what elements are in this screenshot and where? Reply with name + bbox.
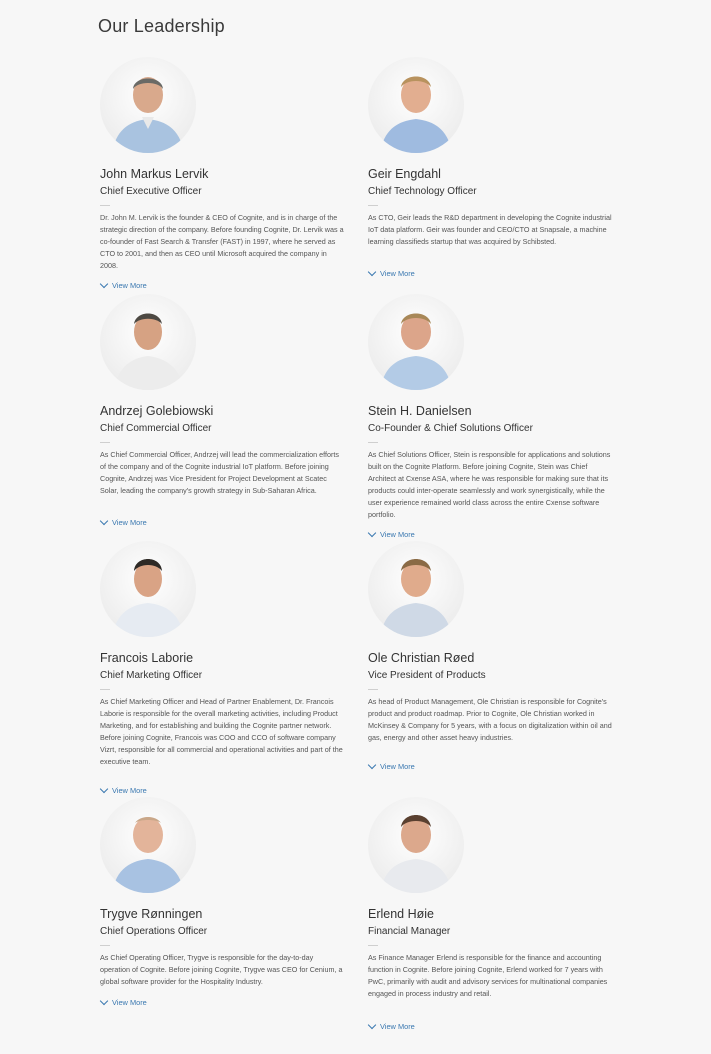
leader-card: Geir Engdahl Chief Technology Officer As… [368,57,613,248]
leader-photo [100,541,196,637]
chevron-down-icon [367,528,377,538]
chevron-down-icon [99,279,109,289]
leader-photo [100,57,196,153]
leader-name: Stein H. Danielsen [368,404,472,418]
view-more-label: View More [380,530,415,539]
view-more-label: View More [380,1022,415,1031]
leader-role: Co-Founder & Chief Solutions Officer [368,423,533,434]
chevron-down-icon [99,516,109,526]
divider [368,945,378,946]
leader-name: Erlend Høie [368,907,434,921]
divider [100,205,110,206]
leader-bio: As Chief Operating Officer, Trygve is re… [100,953,343,986]
divider [100,689,110,690]
view-more-label: View More [112,998,147,1007]
leader-bio: As Chief Solutions Officer, Stein is res… [368,450,611,519]
leader-role: Chief Executive Officer [100,186,202,197]
view-more-link[interactable]: View More [367,267,415,278]
leader-card: Stein H. Danielsen Co-Founder & Chief So… [368,294,613,521]
leader-name: Francois Laborie [100,651,194,665]
view-more-link[interactable]: View More [367,528,415,539]
leader-name: John Markus Lervik [100,167,209,181]
leader-name: Ole Christian Røed [368,651,475,665]
leader-card: Francois Laborie Chief Marketing Officer… [100,541,345,768]
chevron-down-icon [99,996,109,1006]
view-more-link[interactable]: View More [99,784,147,795]
leader-photo [368,57,464,153]
divider [368,689,378,690]
leader-role: Financial Manager [368,926,451,937]
view-more-label: View More [112,518,147,527]
view-more-link[interactable]: View More [99,279,147,290]
leader-role: Chief Commercial Officer [100,423,212,434]
view-more-label: View More [380,762,415,771]
leader-name: Andrzej Golebiowski [100,404,214,418]
view-more-label: View More [112,281,147,290]
leader-bio: As head of Product Management, Ole Chris… [368,697,612,742]
leader-bio: As CTO, Geir leads the R&D department in… [368,213,612,246]
chevron-down-icon [367,1020,377,1030]
divider [100,442,110,443]
view-more-link[interactable]: View More [367,1020,415,1031]
leader-card: Erlend Høie Financial Manager As Finance… [368,797,613,1000]
view-more-link[interactable]: View More [99,516,147,527]
leader-photo [368,541,464,637]
divider [368,442,378,443]
leader-bio: As Chief Marketing Officer and Head of P… [100,697,343,766]
page-title: Our Leadership [98,16,225,36]
leader-role: Chief Technology Officer [368,186,477,197]
divider [100,945,110,946]
leader-role: Chief Marketing Officer [100,670,203,681]
leader-photo [100,294,196,390]
view-more-label: View More [112,786,147,795]
view-more-link[interactable]: View More [367,760,415,771]
leader-name: Geir Engdahl [368,167,441,181]
leader-bio: As Chief Commercial Officer, Andrzej wil… [100,450,340,495]
chevron-down-icon [367,267,377,277]
leader-bio: As Finance Manager Erlend is responsible… [368,953,608,998]
leader-card: Trygve Rønningen Chief Operations Office… [100,797,345,988]
leader-photo [368,797,464,893]
leader-card: John Markus Lervik Chief Executive Offic… [100,57,345,272]
leader-role: Chief Operations Officer [100,926,208,937]
leader-role: Vice President of Products [368,670,486,681]
view-more-label: View More [380,269,415,278]
leader-name: Trygve Rønningen [100,907,203,921]
chevron-down-icon [367,760,377,770]
divider [368,205,378,206]
leader-photo [100,797,196,893]
leader-bio: Dr. John M. Lervik is the founder & CEO … [100,213,344,270]
leader-photo [368,294,464,390]
leader-card: Andrzej Golebiowski Chief Commercial Off… [100,294,345,497]
view-more-link[interactable]: View More [99,996,147,1007]
chevron-down-icon [99,784,109,794]
leader-card: Ole Christian Røed Vice President of Pro… [368,541,613,744]
